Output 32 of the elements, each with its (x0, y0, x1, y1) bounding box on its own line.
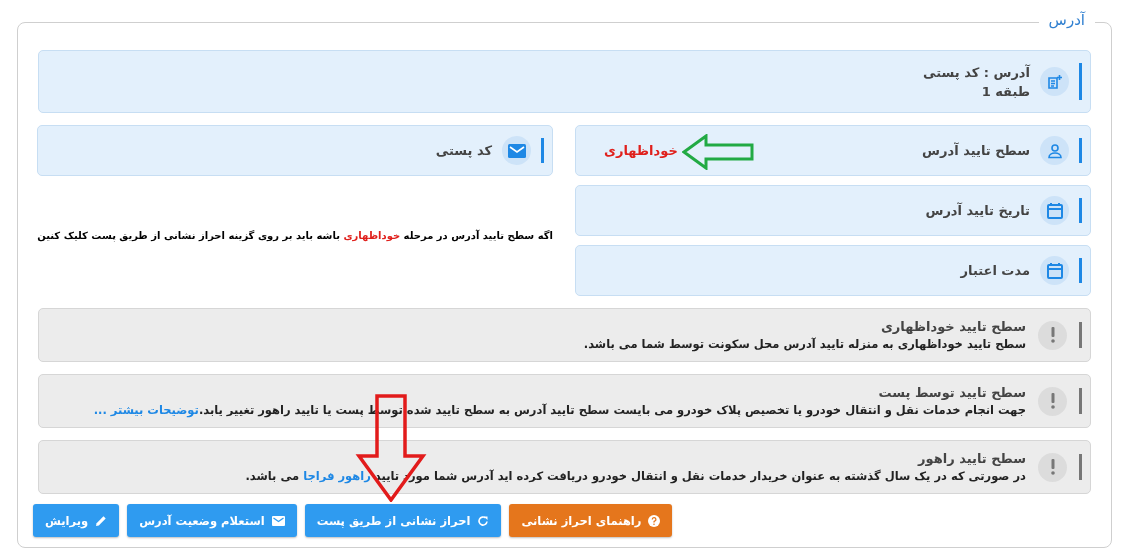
field-value: خوداظهاری (603, 143, 678, 158)
info-title: سطح تایید راهور (916, 451, 1026, 466)
status-inquiry-button[interactable]: استعلام وضعیت آدرس (127, 504, 297, 537)
user-icon (1046, 142, 1063, 159)
info-text: سطح تایید خوداظهاری به منزله تایید آدرس محل سکونت توسط شما می باشد. (583, 337, 1026, 351)
calendar-icon (1045, 261, 1064, 280)
guide-button[interactable]: راهنمای احراز نشانی (509, 504, 673, 537)
address-label: آدرس : کد پستی (923, 64, 1030, 80)
more-link[interactable]: توضیحات بیشتر ... (93, 403, 199, 417)
field-label: مدت اعتبار (960, 263, 1030, 278)
mail-icon (507, 143, 526, 158)
verify-by-post-button[interactable]: احراز نشانی از طریق پست (304, 504, 502, 537)
section-legend: آدرس (1038, 11, 1095, 29)
info-title: سطح تایید خوداظهاری (879, 319, 1026, 334)
edit-button[interactable]: ویرایش (33, 504, 120, 537)
hint-text: اگه سطح تایید آدرس در مرحله خوداظهاری باشه باید بر روی گزینه احراز نشانی از طریق پست کلیک کنین (37, 230, 553, 241)
exclamation-icon (1038, 386, 1067, 416)
refresh-icon (477, 514, 490, 527)
mail-icon (271, 515, 285, 526)
note-add-icon (1046, 73, 1063, 90)
arrow-drawing (682, 134, 754, 170)
pencil-icon (95, 514, 108, 527)
field-label: تاریخ تایید آدرس (925, 203, 1030, 218)
calendar-icon (1045, 201, 1064, 220)
help-icon (648, 514, 661, 527)
more-link[interactable]: راهور فراجا (303, 469, 371, 483)
exclamation-icon (1038, 320, 1067, 350)
field-label: کد پستی (435, 143, 492, 158)
address-text: طبقه 1 (980, 83, 1030, 99)
info-title: سطح تایید توسط پست (877, 385, 1026, 400)
exclamation-icon (1038, 452, 1067, 482)
field-label: سطح تایید آدرس (922, 143, 1030, 158)
